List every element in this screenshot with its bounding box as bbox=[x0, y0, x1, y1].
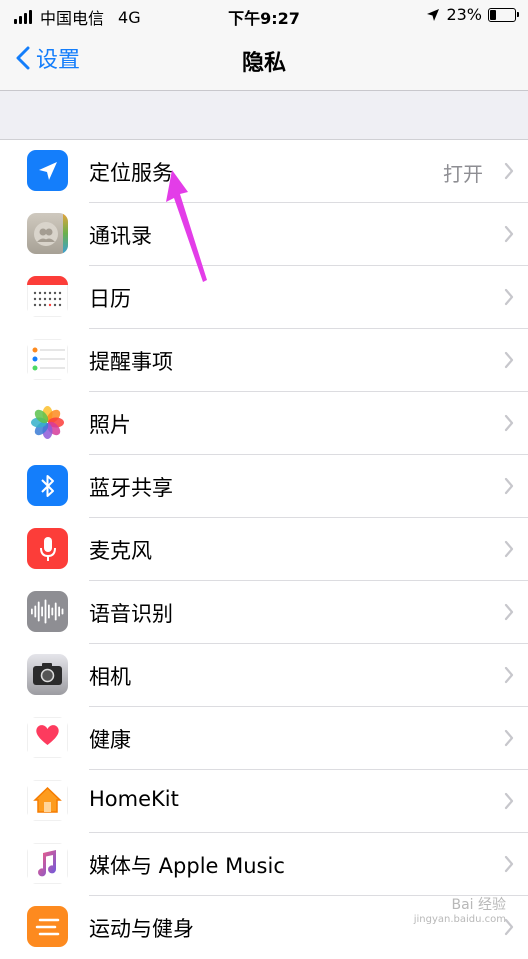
row-value: 打开 bbox=[443, 162, 483, 186]
microphone-icon bbox=[27, 528, 68, 569]
chevron-right-icon bbox=[504, 792, 514, 810]
row-label: 相机 bbox=[89, 665, 131, 689]
battery-percent: 23% bbox=[446, 5, 482, 24]
bluetooth-icon bbox=[27, 465, 68, 506]
row-label: 健康 bbox=[89, 728, 131, 752]
settings-row[interactable]: 日历 bbox=[0, 266, 528, 329]
status-bar: 中国电信 4G 下午9:27 23% bbox=[0, 0, 528, 30]
chevron-right-icon bbox=[504, 225, 514, 243]
status-right: 23% bbox=[426, 5, 519, 24]
settings-row[interactable]: 提醒事项 bbox=[0, 329, 528, 392]
row-label: 媒体与 Apple Music bbox=[89, 854, 285, 878]
calendar-icon bbox=[27, 276, 68, 317]
settings-row[interactable]: 相机 bbox=[0, 644, 528, 707]
chevron-right-icon bbox=[504, 603, 514, 621]
settings-row[interactable]: 通讯录 bbox=[0, 203, 528, 266]
watermark-url: jingyan.baidu.com bbox=[413, 914, 506, 925]
photos-icon bbox=[27, 402, 68, 443]
camera-icon bbox=[27, 654, 68, 695]
chevron-right-icon bbox=[504, 414, 514, 432]
settings-row[interactable]: 麦克风 bbox=[0, 518, 528, 581]
chevron-right-icon bbox=[504, 729, 514, 747]
location-arrow-icon bbox=[27, 150, 68, 191]
battery-icon bbox=[488, 7, 519, 22]
navigation-bar: 设置 隐私 bbox=[0, 30, 528, 91]
settings-row[interactable]: 语音识别 bbox=[0, 581, 528, 644]
row-label: 定位服务 bbox=[89, 161, 173, 185]
chevron-right-icon bbox=[504, 477, 514, 495]
chevron-right-icon bbox=[504, 666, 514, 684]
row-label: 通讯录 bbox=[89, 224, 152, 248]
contacts-icon bbox=[27, 213, 68, 254]
watermark-text: Bai 经验 bbox=[451, 897, 506, 913]
chevron-right-icon bbox=[504, 162, 514, 180]
privacy-settings-list: 定位服务 打开通讯录日历提醒事项照片蓝牙共享麦克风语音识别相机健康 HomeKit 媒… bbox=[0, 139, 528, 959]
motion-fitness-icon bbox=[27, 906, 68, 947]
row-label: 蓝牙共享 bbox=[89, 476, 173, 500]
chevron-right-icon bbox=[504, 540, 514, 558]
row-label: 照片 bbox=[89, 413, 131, 437]
speech-recognition-icon bbox=[27, 591, 68, 632]
watermark-logo: Bai 经验 jingyan.baidu.com bbox=[414, 894, 506, 925]
row-label: 日历 bbox=[89, 287, 131, 311]
chevron-right-icon bbox=[504, 288, 514, 306]
row-label: 运动与健身 bbox=[89, 917, 194, 941]
settings-row[interactable]: 媒体与 Apple Music bbox=[0, 833, 528, 896]
row-label: 提醒事项 bbox=[89, 350, 173, 374]
reminders-icon bbox=[27, 339, 68, 380]
row-label: HomeKit bbox=[89, 787, 179, 811]
location-services-icon bbox=[427, 8, 440, 21]
settings-row[interactable]: 蓝牙共享 bbox=[0, 455, 528, 518]
settings-row[interactable]: 健康 bbox=[0, 707, 528, 770]
chevron-right-icon bbox=[504, 855, 514, 873]
row-label: 麦克风 bbox=[89, 539, 152, 563]
music-note-icon bbox=[27, 843, 68, 884]
settings-row[interactable]: 照片 bbox=[0, 392, 528, 455]
settings-row[interactable]: HomeKit bbox=[0, 770, 528, 833]
settings-row[interactable]: 定位服务 打开 bbox=[0, 140, 528, 203]
page-title: 隐私 bbox=[241, 51, 286, 76]
health-heart-icon bbox=[27, 717, 68, 758]
homekit-house-icon bbox=[27, 780, 68, 821]
row-label: 语音识别 bbox=[89, 602, 173, 626]
chevron-right-icon bbox=[504, 351, 514, 369]
